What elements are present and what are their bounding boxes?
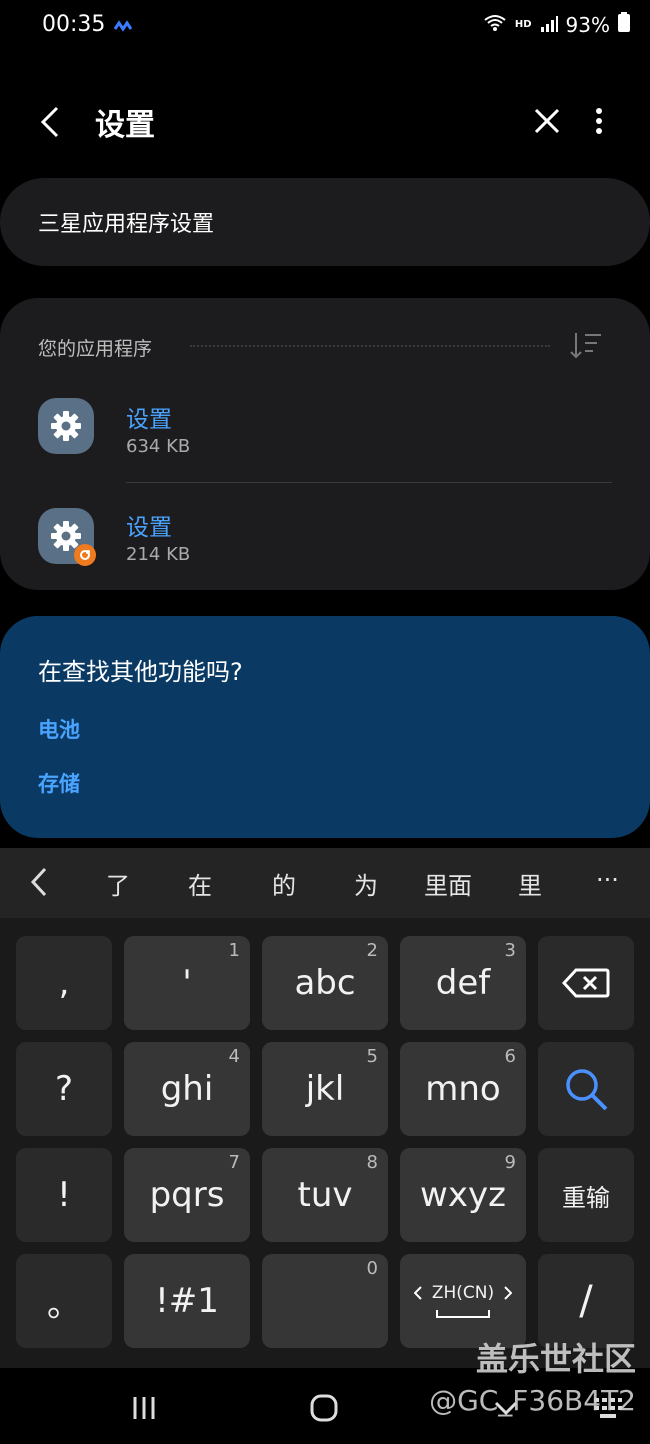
- watermark-title: 盖乐世社区: [475, 1340, 636, 1378]
- more-options-button[interactable]: [584, 100, 614, 142]
- key-9[interactable]: wxyz 9: [400, 1148, 526, 1242]
- symbols-key[interactable]: !#1: [124, 1254, 250, 1348]
- hd-indicator: HD: [514, 19, 532, 30]
- language-label: ZH(CN): [431, 1283, 495, 1303]
- candidate-word[interactable]: 在: [188, 866, 212, 901]
- candidate-word[interactable]: 为: [354, 866, 378, 901]
- list-divider: [126, 482, 612, 483]
- key-question[interactable]: ?: [16, 1042, 112, 1136]
- more-features-title: 在查找其他功能吗?: [38, 658, 243, 686]
- app-size: 634 KB: [126, 436, 191, 457]
- chevron-left-icon: [40, 106, 59, 138]
- close-icon: [534, 108, 560, 134]
- sort-icon: [570, 333, 601, 359]
- recent-apps-button[interactable]: [122, 1390, 166, 1426]
- app-size: 214 KB: [126, 544, 191, 565]
- dotted-divider: [190, 345, 550, 347]
- status-time: 00:35: [42, 12, 106, 37]
- wifi-icon: [483, 13, 507, 37]
- space-key[interactable]: 0: [262, 1254, 388, 1348]
- key-7[interactable]: pqrs 7: [124, 1148, 250, 1242]
- key-exclaim[interactable]: !: [16, 1148, 112, 1242]
- search-icon: [566, 1069, 608, 1111]
- more-features-card: [0, 616, 650, 838]
- chevron-left-icon: [413, 1286, 422, 1300]
- candidate-bar: [0, 848, 650, 918]
- search-key[interactable]: [538, 1042, 634, 1136]
- key-6[interactable]: mno 6: [400, 1042, 526, 1136]
- battery-percent: 93%: [565, 12, 610, 37]
- candidate-back-button[interactable]: [22, 862, 56, 902]
- key-1[interactable]: ' 1: [124, 936, 250, 1030]
- candidate-word[interactable]: 的: [272, 866, 296, 901]
- gear-icon: [51, 411, 81, 441]
- search-input[interactable]: 三星应用程序设置: [0, 178, 650, 266]
- backspace-key[interactable]: [538, 936, 634, 1030]
- battery-link[interactable]: 电池: [38, 714, 80, 744]
- key-8[interactable]: tuv 8: [262, 1148, 388, 1242]
- app-item-settings-1[interactable]: [0, 380, 650, 480]
- candidate-word[interactable]: 里: [518, 866, 542, 901]
- key-4[interactable]: ghi 4: [124, 1042, 250, 1136]
- search-query: 三星应用程序设置: [38, 212, 215, 237]
- candidate-more-button[interactable]: ···: [596, 866, 619, 894]
- sort-button[interactable]: [566, 328, 606, 362]
- close-button[interactable]: [526, 100, 568, 142]
- signal-icon: [540, 13, 558, 37]
- storage-link[interactable]: 存储: [38, 768, 80, 798]
- key-5[interactable]: jkl 5: [262, 1042, 388, 1136]
- candidate-word[interactable]: 里面: [424, 866, 472, 901]
- spacebar-icon: [436, 1310, 490, 1318]
- battery-icon: [618, 12, 630, 37]
- back-button[interactable]: [30, 100, 70, 144]
- status-right: HD 93%: [483, 12, 630, 37]
- chevron-right-icon: [504, 1286, 513, 1300]
- home-icon: [310, 1394, 338, 1422]
- key-comma[interactable]: ,: [16, 936, 112, 1030]
- backspace-icon: [562, 968, 610, 998]
- watermark-handle: @GC_F36B4T2: [429, 1384, 636, 1417]
- key-period[interactable]: 。: [16, 1254, 112, 1348]
- key-3[interactable]: def 3: [400, 936, 526, 1030]
- reset-key[interactable]: 重输: [538, 1148, 634, 1242]
- notification-icon: [113, 18, 133, 37]
- more-vertical-icon: [596, 108, 602, 134]
- section-label: 您的应用程序: [38, 338, 153, 360]
- chevron-left-icon: [30, 867, 47, 897]
- recent-apps-icon: [133, 1397, 155, 1419]
- app-item-settings-2[interactable]: [0, 488, 650, 588]
- dual-app-badge-icon: [74, 544, 96, 566]
- page-title: 设置: [95, 108, 155, 143]
- home-button[interactable]: [302, 1388, 346, 1428]
- candidate-word[interactable]: 了: [106, 866, 130, 901]
- app-name: 设置: [126, 515, 172, 541]
- key-2[interactable]: abc 2: [262, 936, 388, 1030]
- settings-app-icon: [38, 398, 94, 454]
- app-name: 设置: [126, 407, 172, 433]
